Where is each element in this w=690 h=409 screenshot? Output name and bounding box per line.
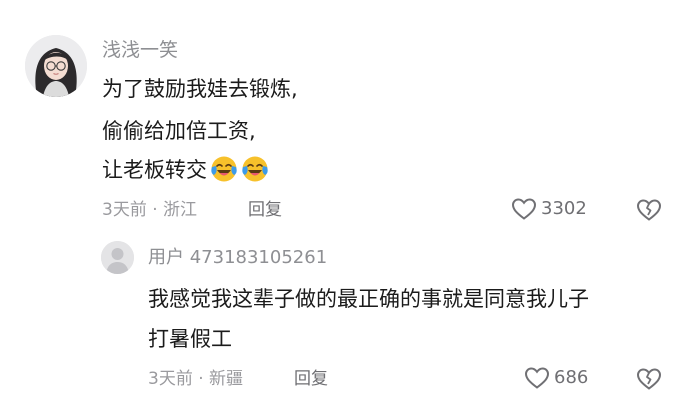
reply-button[interactable]: 回复 [248,199,282,221]
avatar-image [25,35,87,97]
like-button[interactable]: 3302 [511,197,587,221]
comment-username[interactable]: 浅浅一笑 [102,38,178,62]
reply-meta: 3天前 · 新疆 [148,369,244,389]
reply-body: 我感觉我这辈子做的最正确的事就是同意我儿子 打暑假工 [148,281,589,357]
reply-dislike-button[interactable] [636,366,662,392]
like-count: 3302 [541,198,587,219]
heart-outline-icon [511,198,537,220]
laugh-cry-emoji-icon [211,156,237,182]
laugh-cry-emoji-icon [242,156,268,182]
comment-line-2: 偷偷给加倍工资, [102,119,256,143]
reply-username[interactable]: 用户 473183105261 [148,246,327,270]
comment-line-3: 让老板转交 [102,152,298,188]
dislike-button[interactable] [636,197,662,223]
reply-line-1: 我感觉我这辈子做的最正确的事就是同意我儿子 [148,287,589,311]
broken-heart-icon [636,368,662,390]
comment-line-1: 为了鼓励我娃去锻炼, [102,77,298,101]
reply-like-count: 686 [554,367,589,388]
default-user-icon [101,241,134,274]
comment-line-3-text: 让老板转交 [102,158,207,182]
broken-heart-icon [636,199,662,221]
comment-meta: 3天前 · 浙江 [102,200,198,220]
comment-body: 为了鼓励我娃去锻炼, 偷偷给加倍工资, 让老板转交 [102,71,298,188]
reply-reply-button[interactable]: 回复 [294,368,328,390]
avatar[interactable] [25,35,87,97]
reply-line-2: 打暑假工 [148,327,232,351]
heart-outline-icon [524,367,550,389]
reply-like-button[interactable]: 686 [524,366,588,390]
reply-avatar[interactable] [101,241,134,274]
